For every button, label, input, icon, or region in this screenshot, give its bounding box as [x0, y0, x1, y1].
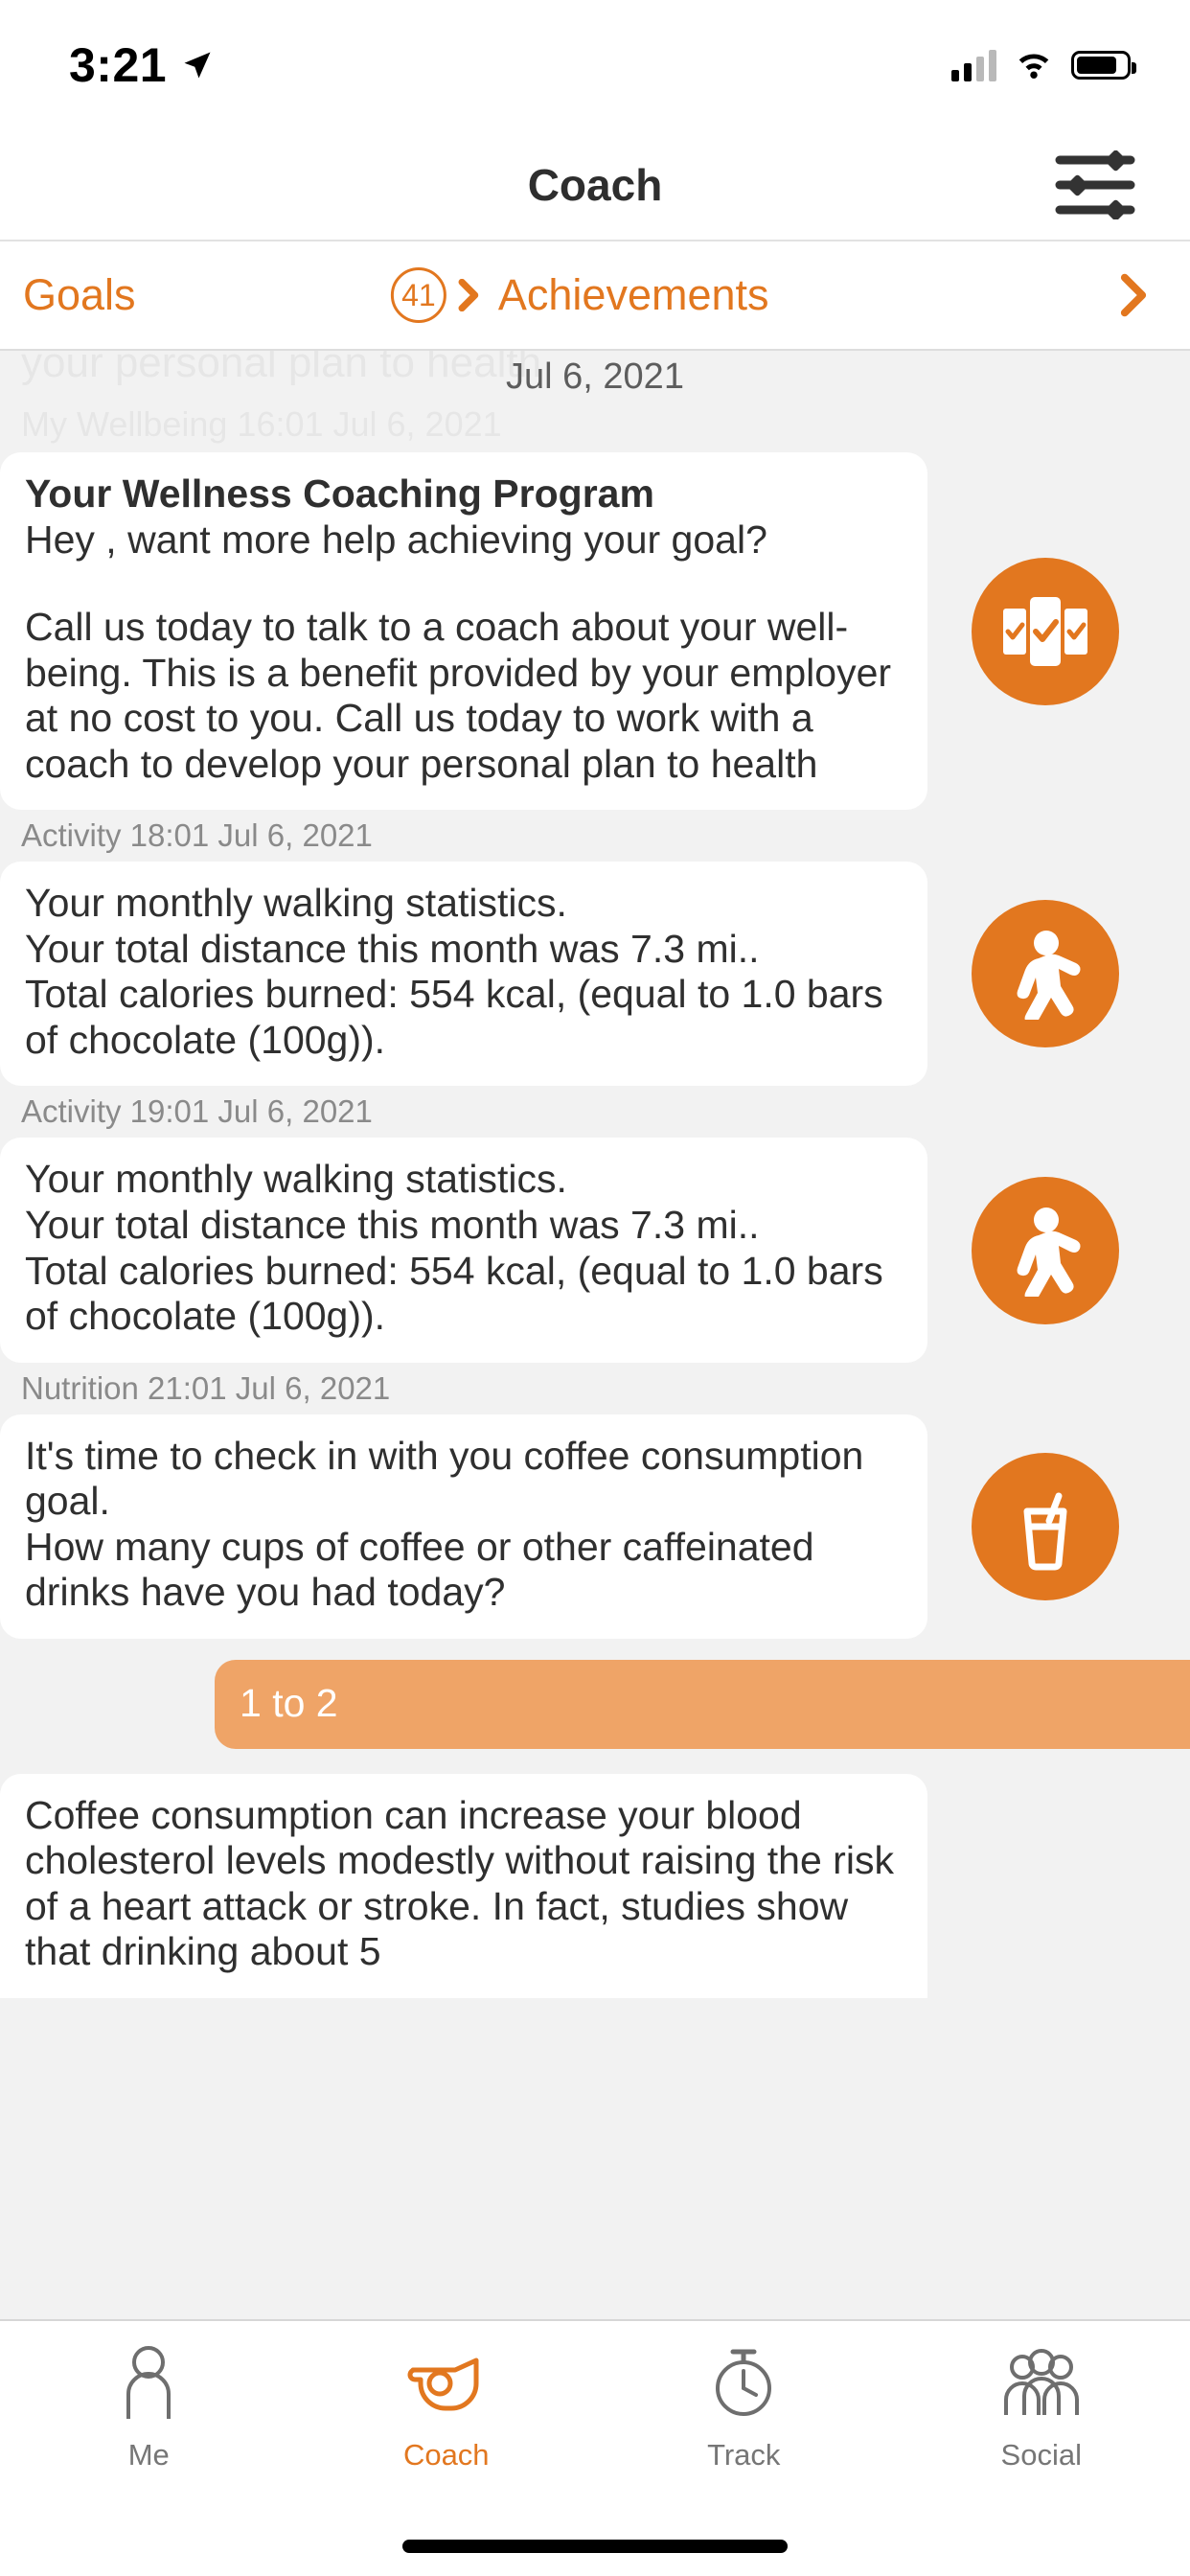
- achievements-badge: 41: [390, 267, 446, 323]
- message-text-line-1: It's time to check in with you coffee co…: [25, 1433, 864, 1524]
- cellular-signal-icon: [951, 49, 996, 81]
- user-reply-bubble[interactable]: 1 to 2: [215, 1659, 1190, 1749]
- stopwatch-icon: [710, 2342, 777, 2423]
- message-meta-label: Nutrition 21:01 Jul 6, 2021: [21, 1369, 391, 1406]
- message-text-line-2: Your total distance this month was 7.3 m…: [25, 1203, 760, 1248]
- message-text-line-2: Your total distance this month was 7.3 m…: [25, 926, 760, 971]
- drink-cup-icon: [972, 1452, 1119, 1600]
- status-time: 3:21: [69, 38, 168, 92]
- user-reply-row: 1 to 2: [0, 1639, 1190, 1749]
- tab-label-coach: Coach: [402, 2438, 490, 2472]
- tab-me[interactable]: Me: [0, 2342, 298, 2576]
- person-outline-icon: [119, 2342, 178, 2423]
- date-header: Jul 6, 2021: [506, 356, 684, 397]
- home-indicator[interactable]: [402, 2540, 788, 2553]
- app-screen: 3:21 Coach Goals 41 Achievements your pe…: [0, 0, 1190, 2576]
- message-text-line-1: Your monthly walking statistics.: [25, 881, 567, 926]
- message-bubble[interactable]: Your Wellness Coaching Program Hey , wan…: [0, 452, 927, 811]
- message-row[interactable]: Coffee consumption can increase your blo…: [0, 1749, 1190, 1999]
- tab-label-me: Me: [127, 2438, 170, 2472]
- tab-social[interactable]: Social: [893, 2342, 1190, 2576]
- message-meta-label: Activity 19:01 Jul 6, 2021: [21, 1093, 373, 1130]
- message-text-line-3: Total calories burned: 554 kcal, (equal …: [25, 972, 883, 1062]
- wifi-icon: [1018, 54, 1049, 79]
- achievements-label: Achievements: [497, 270, 769, 319]
- battery-icon: [1071, 51, 1136, 80]
- whistle-icon: [407, 2342, 486, 2423]
- message-stream: Your Wellness Coaching Program Hey , wan…: [0, 452, 1190, 2319]
- walking-person-icon: [972, 900, 1119, 1048]
- bottom-tab-bar: Me Coach Track Social: [0, 2319, 1190, 2576]
- message-text-line-1: Your monthly walking statistics.: [25, 1157, 567, 1202]
- nav-tab-goals[interactable]: Goals: [23, 270, 136, 320]
- wellness-cards-check-icon: [972, 557, 1119, 705]
- segment-nav: Goals 41 Achievements: [0, 242, 1190, 351]
- message-text-line-2: How many cups of coffee or other caffein…: [25, 1524, 814, 1615]
- walking-person-icon: [972, 1176, 1119, 1324]
- tab-label-social: Social: [1000, 2438, 1082, 2472]
- page-title: Coach: [527, 160, 663, 210]
- people-group-icon: [1001, 2342, 1082, 2423]
- message-bubble[interactable]: Your monthly walking statistics. Your to…: [0, 1138, 927, 1363]
- status-time-group: 3:21: [69, 37, 215, 93]
- message-text-line-2: Call us today to talk to a coach about y…: [25, 605, 892, 786]
- nav-tab-achievements[interactable]: 41 Achievements: [390, 267, 769, 323]
- message-row[interactable]: Your monthly walking statistics. Your to…: [0, 1138, 1190, 1363]
- sliders-icon[interactable]: [1054, 150, 1136, 221]
- message-text-line-3: Total calories burned: 554 kcal, (equal …: [25, 1248, 883, 1339]
- ghost-text-line-2: My Wellbeing 16:01 Jul 6, 2021: [21, 404, 502, 444]
- message-text: Coffee consumption can increase your blo…: [25, 1792, 894, 1974]
- nav-forward-chevron-icon[interactable]: [1119, 273, 1148, 317]
- status-indicators: [951, 49, 1136, 81]
- chevron-right-icon: [458, 279, 479, 311]
- message-text-line-1: Hey , want more help achieving your goal…: [25, 517, 767, 562]
- status-bar: 3:21: [0, 0, 1190, 130]
- message-row[interactable]: Your monthly walking statistics. Your to…: [0, 862, 1190, 1087]
- message-feed[interactable]: your personal plan to health My Wellbein…: [0, 351, 1190, 2319]
- message-bubble[interactable]: Your monthly walking statistics. Your to…: [0, 862, 927, 1087]
- title-bar: Coach: [0, 130, 1190, 242]
- message-row[interactable]: Your Wellness Coaching Program Hey , wan…: [0, 452, 1190, 811]
- location-arrow-icon: [184, 52, 211, 79]
- tab-label-track: Track: [707, 2438, 781, 2472]
- message-row[interactable]: It's time to check in with you coffee co…: [0, 1414, 1190, 1639]
- message-bubble[interactable]: Coffee consumption can increase your blo…: [0, 1773, 927, 1999]
- message-meta-label: Activity 18:01 Jul 6, 2021: [21, 817, 373, 854]
- message-title: Your Wellness Coaching Program: [25, 472, 654, 516]
- message-bubble[interactable]: It's time to check in with you coffee co…: [0, 1414, 927, 1639]
